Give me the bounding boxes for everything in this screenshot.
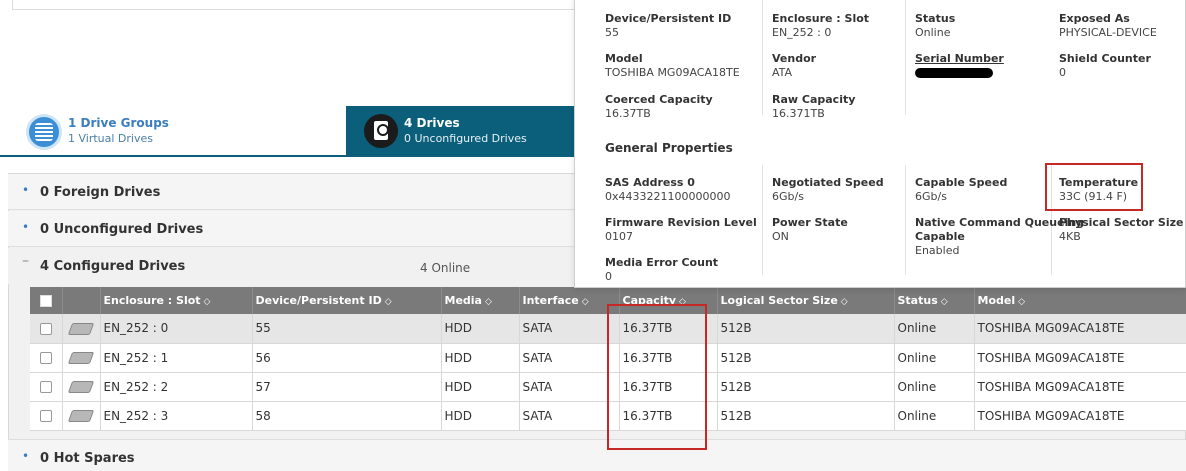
cell-model: TOSHIBA MG09ACA18TE <box>974 401 1186 431</box>
cell-enclosure-slot: EN_252 : 0 <box>100 314 253 344</box>
select-all-checkbox[interactable] <box>30 287 63 314</box>
cell-logical-sector-size: 512B <box>717 343 895 373</box>
prop-serial-number: Serial Number <box>915 52 1004 78</box>
cell-media: HDD <box>441 401 520 431</box>
sort-icon: ◇ <box>203 297 211 307</box>
icon-column-header <box>62 287 101 314</box>
cell-model: TOSHIBA MG09ACA18TE <box>974 314 1186 344</box>
row-checkbox[interactable] <box>30 372 63 402</box>
section-label: 0 Unconfigured Drives <box>40 222 204 237</box>
drive-icon <box>62 343 101 373</box>
cell-logical-sector-size: 512B <box>717 401 895 431</box>
hard-drive-icon <box>364 114 398 148</box>
cell-enclosure-slot: EN_252 : 1 <box>100 343 253 373</box>
prop-vendor: Vendor ATA <box>772 52 817 79</box>
divider <box>762 165 763 275</box>
drive-icon <box>62 314 101 344</box>
cell-media: HDD <box>441 343 520 373</box>
sort-icon: ◇ <box>940 297 948 307</box>
prop-sas-address: SAS Address 0 0x4433221100000000 <box>605 176 731 203</box>
col-logical-sector-size[interactable]: Logical Sector Size ◇ <box>717 287 895 314</box>
col-model[interactable]: Model ◇ <box>974 287 1186 314</box>
row-checkbox[interactable] <box>30 314 63 344</box>
prop-power-state: Power State ON <box>772 216 848 243</box>
cell-status: Online <box>894 314 975 344</box>
drive-groups-title: 1 Drive Groups <box>68 116 169 130</box>
cell-status: Online <box>894 401 975 431</box>
drive-properties-popup: Device/Persistent ID 55 Enclosure : Slot E… <box>574 0 1186 288</box>
drives-subtitle: 0 Unconfigured Drives <box>404 132 527 145</box>
col-interface[interactable]: Interface ◇ <box>519 287 620 314</box>
prop-capable-speed: Capable Speed 6Gb/s <box>915 176 1008 203</box>
cell-status: Online <box>894 372 975 402</box>
top-card <box>12 0 594 10</box>
prop-device-id: Device/Persistent ID 55 <box>605 12 732 39</box>
cell-device-id: 55 <box>252 314 442 344</box>
cell-enclosure-slot: EN_252 : 3 <box>100 401 253 431</box>
collapse-icon[interactable]: – <box>22 253 29 269</box>
tab-drives[interactable]: 4 Drives 0 Unconfigured Drives <box>346 106 586 156</box>
prop-coerced-capacity: Coerced Capacity 16.37TB <box>605 93 713 120</box>
temperature-highlight-box <box>1045 163 1143 211</box>
prop-negotiated-speed: Negotiated Speed 6Gb/s <box>772 176 884 203</box>
cell-status: Online <box>894 343 975 373</box>
sort-icon: ◇ <box>1018 297 1026 307</box>
cell-interface: SATA <box>519 372 620 402</box>
divider <box>762 0 763 115</box>
cell-model: TOSHIBA MG09ACA18TE <box>974 343 1186 373</box>
col-status[interactable]: Status ◇ <box>894 287 975 314</box>
cell-interface: SATA <box>519 314 620 344</box>
online-count: 4 Online <box>420 261 471 275</box>
drives-title: 4 Drives <box>404 116 460 130</box>
col-media[interactable]: Media ◇ <box>441 287 520 314</box>
bullet-icon: • <box>22 220 30 234</box>
capacity-highlight-box <box>607 304 707 450</box>
cell-logical-sector-size: 512B <box>717 314 895 344</box>
cell-logical-sector-size: 512B <box>717 372 895 402</box>
prop-exposed-as: Exposed As PHYSICAL-DEVICE <box>1059 12 1157 39</box>
section-hot-spares[interactable]: • 0 Hot Spares <box>8 439 1186 471</box>
col-device-id[interactable]: Device/Persistent ID ◇ <box>252 287 442 314</box>
cell-device-id: 57 <box>252 372 442 402</box>
col-enclosure-slot[interactable]: Enclosure : Slot ◇ <box>100 287 253 314</box>
bullet-icon: • <box>22 183 30 197</box>
cell-model: TOSHIBA MG09ACA18TE <box>974 372 1186 402</box>
prop-status: Status Online <box>915 12 956 39</box>
section-label: 0 Hot Spares <box>40 451 135 466</box>
prop-physical-sector-size: Physical Sector Size 4KB <box>1059 216 1184 243</box>
prop-raw-capacity: Raw Capacity 16.371TB <box>772 93 856 120</box>
section-label: 0 Foreign Drives <box>40 185 161 200</box>
drive-groups-subtitle: 1 Virtual Drives <box>68 132 153 145</box>
divider <box>905 0 906 115</box>
cell-media: HDD <box>441 314 520 344</box>
drive-icon <box>62 372 101 402</box>
row-checkbox[interactable] <box>30 343 63 373</box>
prop-enclosure-slot: Enclosure : Slot EN_252 : 0 <box>772 12 870 39</box>
prop-firmware-revision: Firmware Revision Level 0107 <box>605 216 757 243</box>
redacted-serial <box>915 68 993 78</box>
prop-media-error-count: Media Error Count 0 <box>605 256 719 283</box>
general-properties-title: General Properties <box>605 141 733 155</box>
cell-device-id: 56 <box>252 343 442 373</box>
sort-icon: ◇ <box>384 297 392 307</box>
divider <box>905 165 906 275</box>
row-checkbox[interactable] <box>30 401 63 431</box>
section-label: 4 Configured Drives <box>40 259 186 274</box>
storage-manager-view: 1 Drive Groups 1 Virtual Drives 4 Drives… <box>0 0 1186 471</box>
cell-interface: SATA <box>519 343 620 373</box>
cell-enclosure-slot: EN_252 : 2 <box>100 372 253 402</box>
sort-icon: ◇ <box>484 297 492 307</box>
drive-icon <box>62 401 101 431</box>
prop-model: Model TOSHIBA MG09ACA18TE <box>605 52 740 79</box>
cell-media: HDD <box>441 372 520 402</box>
cell-device-id: 58 <box>252 401 442 431</box>
bullet-icon: • <box>22 449 30 463</box>
prop-shield-counter: Shield Counter 0 <box>1059 52 1151 79</box>
cell-interface: SATA <box>519 401 620 431</box>
tab-drive-groups[interactable]: 1 Drive Groups 1 Virtual Drives <box>0 106 346 156</box>
sort-icon: ◇ <box>581 297 589 307</box>
drive-groups-icon <box>26 114 62 150</box>
sort-icon: ◇ <box>840 297 848 307</box>
